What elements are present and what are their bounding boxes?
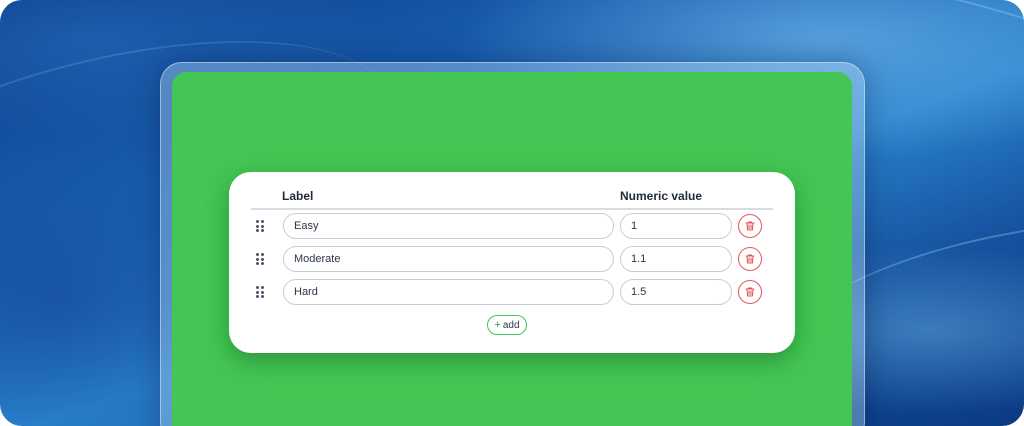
label-input[interactable] <box>283 279 614 305</box>
trash-icon <box>745 287 755 297</box>
drag-handle-icon[interactable] <box>256 286 264 298</box>
table-row <box>229 246 795 272</box>
drag-handle-icon[interactable] <box>256 253 264 265</box>
trash-icon <box>745 221 755 231</box>
delete-row-button[interactable] <box>738 247 762 271</box>
add-row-button[interactable]: + add <box>487 315 527 335</box>
numeric-value-input[interactable] <box>620 213 732 239</box>
background-wallpaper: Label Numeric value Easy 1 Moderate 1.1 … <box>0 0 1024 426</box>
table-row <box>229 213 795 239</box>
delete-row-button[interactable] <box>738 280 762 304</box>
add-button-label: add <box>502 319 520 331</box>
numeric-value-input[interactable] <box>620 246 732 272</box>
table-row <box>229 279 795 305</box>
plus-icon: + <box>494 319 501 331</box>
label-input[interactable] <box>283 246 614 272</box>
value-column-header: Numeric value <box>620 189 703 203</box>
header-divider <box>251 208 773 210</box>
delete-row-button[interactable] <box>738 214 762 238</box>
numeric-value-input[interactable] <box>620 279 732 305</box>
label-input[interactable] <box>283 213 614 239</box>
options-card: Label Numeric value Easy 1 Moderate 1.1 … <box>229 172 795 353</box>
drag-handle-icon[interactable] <box>256 220 264 232</box>
label-column-header: Label <box>282 189 314 203</box>
trash-icon <box>745 254 755 264</box>
